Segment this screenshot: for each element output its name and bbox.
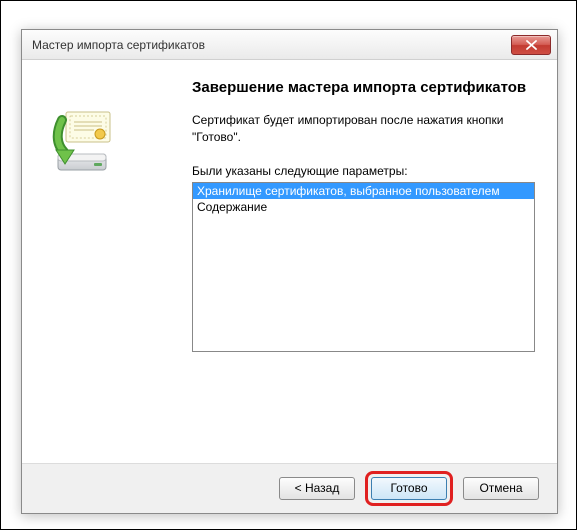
page-description: Сертификат будет импортирован после нажа… (192, 112, 535, 146)
wizard-icon-column (52, 110, 172, 170)
list-item[interactable]: Хранилище сертификатов, выбранное пользо… (193, 183, 535, 199)
back-button[interactable]: < Назад (279, 477, 355, 500)
dialog-window: Мастер импорта сертификатов (21, 29, 558, 514)
dialog-body: Завершение мастера импорта сертификатов … (22, 60, 557, 463)
window-title: Мастер импорта сертификатов (32, 38, 511, 52)
cancel-button[interactable]: Отмена (463, 477, 539, 500)
list-item[interactable]: Содержание (193, 199, 535, 215)
content-column: Завершение мастера импорта сертификатов … (192, 78, 535, 352)
close-icon (526, 40, 537, 50)
titlebar: Мастер импорта сертификатов (22, 30, 557, 60)
page-heading: Завершение мастера импорта сертификатов (192, 78, 535, 98)
screenshot-frame: Мастер импорта сертификатов (0, 0, 577, 530)
certificate-import-icon (52, 110, 112, 170)
params-label: Были указаны следующие параметры: (192, 164, 535, 178)
finish-button[interactable]: Готово (371, 477, 447, 500)
finish-button-highlight: Готово (365, 471, 453, 506)
close-button[interactable] (511, 35, 551, 55)
parameters-listbox[interactable]: Хранилище сертификатов, выбранное пользо… (192, 182, 535, 352)
dialog-footer: < Назад Готово Отмена (22, 463, 557, 513)
